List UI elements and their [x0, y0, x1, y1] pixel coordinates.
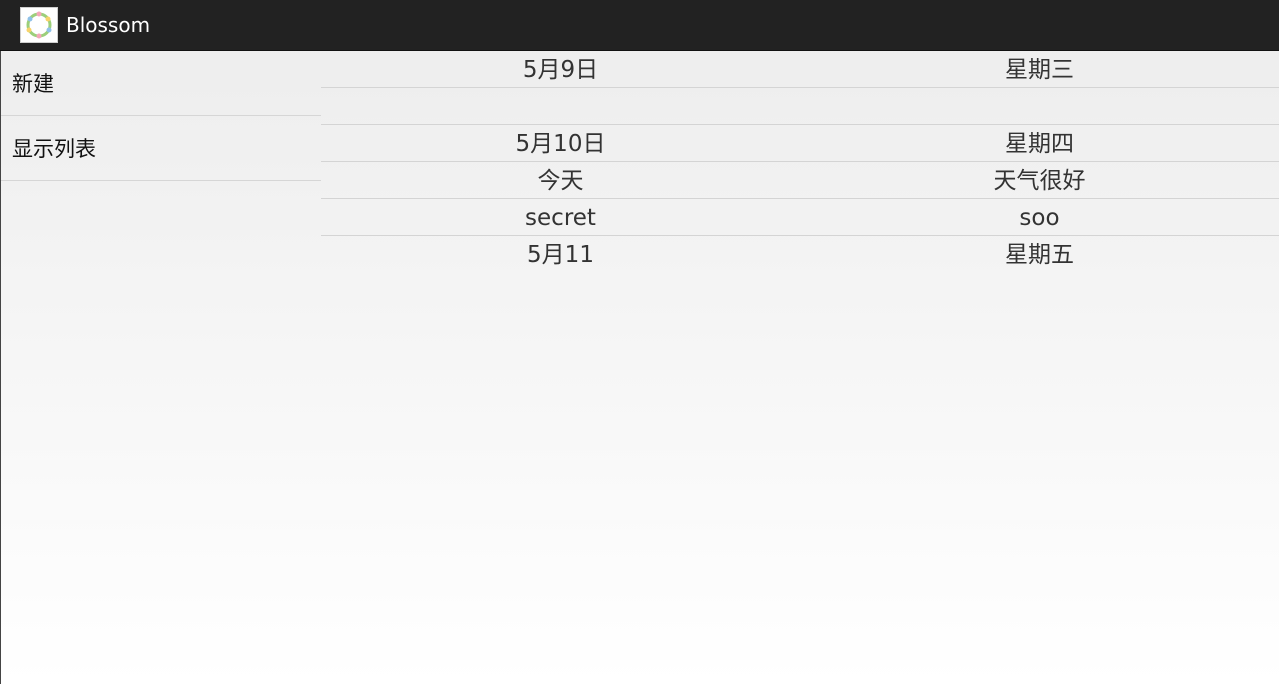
menu-item-label: 新建: [12, 72, 54, 96]
row-date: 5月10日: [515, 131, 606, 157]
row-date: 5月11: [527, 242, 594, 268]
menu-item-show-list[interactable]: 显示列表: [1, 116, 321, 181]
menu-item-label: 显示列表: [12, 137, 96, 161]
action-bar: Blossom: [0, 0, 1279, 51]
list-row[interactable]: 5月9日 星期三: [321, 51, 1279, 88]
row-detail: 星期五: [1005, 242, 1074, 268]
row-detail: 星期四: [1005, 131, 1074, 157]
app-title: Blossom: [66, 13, 151, 37]
row-date: secret: [525, 205, 596, 231]
list-row[interactable]: 今天 天气很好: [321, 162, 1279, 199]
row-date: 今天: [537, 168, 584, 194]
flower-wreath-icon[interactable]: [20, 7, 58, 43]
entry-list: 5月9日 星期三 5月10日 星期四 今天 天气很好 secret soo 5月…: [321, 51, 1279, 273]
row-detail: soo: [1019, 205, 1060, 231]
list-row[interactable]: secret soo: [321, 199, 1279, 236]
list-row[interactable]: [321, 88, 1279, 125]
row-detail: 天气很好: [993, 168, 1086, 194]
list-row[interactable]: 5月10日 星期四: [321, 125, 1279, 162]
row-date: [321, 88, 800, 124]
side-menu: 新建 显示列表: [1, 51, 321, 181]
row-detail: [800, 88, 1279, 124]
row-detail: 星期三: [1005, 57, 1074, 83]
list-row[interactable]: 5月11 星期五: [321, 236, 1279, 273]
row-date: 5月9日: [522, 57, 599, 83]
menu-item-new[interactable]: 新建: [1, 51, 321, 116]
